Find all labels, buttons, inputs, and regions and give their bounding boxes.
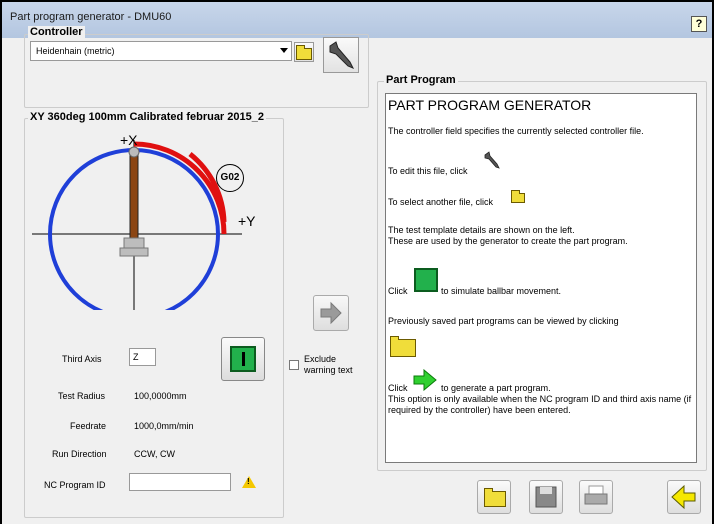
controller-select-value: Heidenhain (metric) — [36, 46, 115, 56]
third-axis-input[interactable] — [129, 348, 156, 366]
help-text-5a: Click — [388, 286, 408, 296]
simulate-icon — [414, 268, 438, 292]
run-direction-label: Run Direction — [52, 449, 107, 459]
run-direction-value: CCW, CW — [134, 449, 175, 459]
arrow-left-icon — [671, 484, 696, 510]
part-program-text[interactable]: PART PROGRAM GENERATOR The controller fi… — [385, 93, 697, 463]
back-button[interactable] — [667, 480, 701, 514]
folder-icon — [484, 488, 506, 507]
simulate-button[interactable] — [221, 337, 265, 381]
select-controller-file-button[interactable] — [294, 42, 314, 62]
help-text-7c: This option is only available when the N… — [388, 394, 692, 415]
ballbar-diagram — [32, 140, 242, 310]
folder-icon — [390, 336, 416, 357]
exclude-warning-label: Exclude warning text — [304, 354, 353, 375]
wrench-icon — [329, 41, 355, 69]
help-text-6: Previously saved part programs can be vi… — [388, 316, 619, 326]
help-text-3: To select another file, click — [388, 197, 494, 207]
g02-badge: G02 — [216, 164, 244, 192]
title-bar: Part program generator - DMU60 — [2, 2, 712, 38]
test-template-title: XY 360deg 100mm Calibrated februar 2015_… — [28, 111, 266, 123]
axis-y-label: +Y — [238, 213, 256, 229]
test-arc — [133, 141, 227, 235]
part-program-group-title: Part Program — [384, 74, 458, 86]
controller-group-title: Controller — [28, 26, 85, 38]
test-radius-value: 100,0000mm — [134, 391, 187, 401]
help-text-4b: These are used by the generator to creat… — [388, 236, 628, 246]
wrench-icon — [484, 151, 500, 169]
app-window: Part program generator - DMU60 ? Control… — [0, 0, 714, 524]
exclude-warning-checkbox[interactable] — [289, 360, 299, 370]
ballbar-ball-top — [128, 146, 140, 158]
controller-select[interactable]: Heidenhain (metric) — [30, 41, 292, 61]
help-text-4a: The test template details are shown on t… — [388, 225, 575, 235]
feedrate-label: Feedrate — [70, 421, 107, 431]
help-button[interactable]: ? — [691, 16, 707, 32]
ballbar-base — [123, 237, 145, 249]
edit-controller-file-button[interactable] — [323, 37, 359, 73]
ballbar-foot — [119, 247, 149, 257]
axis-x-label: +X — [120, 132, 138, 148]
help-text-5b: to simulate ballbar movement. — [441, 286, 562, 296]
help-text-1: The controller field specifies the curre… — [388, 126, 644, 136]
part-program-heading: PART PROGRAM GENERATOR — [388, 97, 592, 113]
folder-icon — [511, 190, 525, 203]
feedrate-value: 1000,0mm/min — [134, 421, 194, 431]
third-axis-label: Third Axis — [62, 354, 102, 364]
window-title: Part program generator - DMU60 — [10, 11, 172, 23]
help-text-7a: Click — [388, 383, 408, 393]
warning-mark: ! — [247, 477, 250, 486]
generate-button-disabled[interactable] — [313, 295, 349, 331]
help-text-2: To edit this file, click — [388, 166, 468, 176]
print-button[interactable] — [579, 480, 613, 514]
help-text-7b: to generate a part program. — [441, 383, 551, 393]
simulate-icon — [230, 346, 256, 372]
arrow-right-icon — [320, 301, 342, 325]
arrow-right-icon — [413, 369, 437, 391]
save-button[interactable] — [529, 480, 563, 514]
chevron-down-icon — [280, 48, 288, 53]
help-icon: ? — [695, 18, 703, 30]
g02-badge-label: G02 — [220, 172, 240, 183]
ballbar-body — [129, 151, 139, 239]
view-saved-programs-button[interactable] — [477, 480, 511, 514]
save-icon — [535, 486, 557, 508]
folder-icon — [296, 45, 312, 60]
test-radius-label: Test Radius — [58, 391, 106, 401]
print-icon — [584, 485, 608, 505]
nc-program-label: NC Program ID — [44, 480, 106, 490]
nc-program-input[interactable] — [129, 473, 231, 491]
